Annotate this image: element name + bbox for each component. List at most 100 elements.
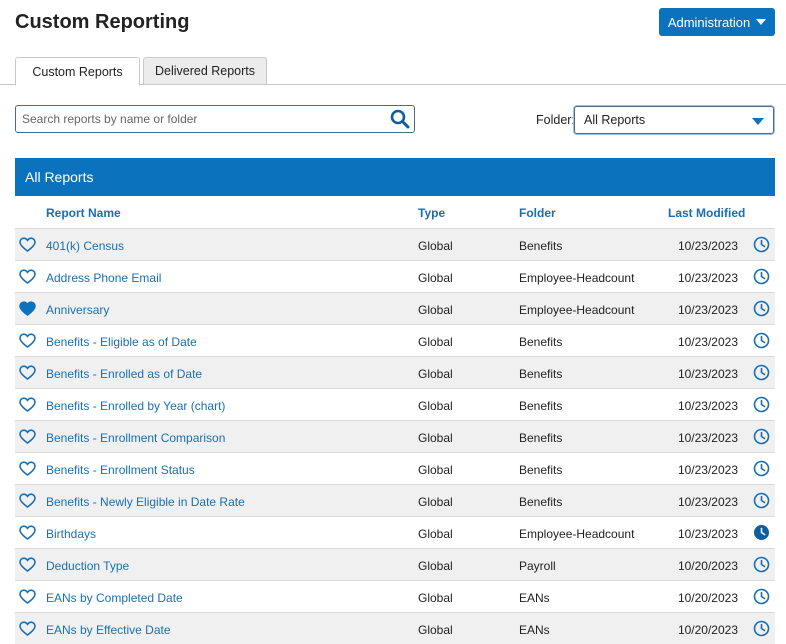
column-header-folder[interactable]: Folder	[519, 206, 556, 220]
report-last-modified: 10/23/2023	[677, 367, 738, 381]
report-folder: Benefits	[519, 495, 563, 509]
report-name-link[interactable]: Birthdays	[46, 527, 96, 541]
heart-icon[interactable]	[19, 333, 36, 348]
table-row: Benefits - Enrollment Comparison Global Be…	[15, 420, 775, 452]
report-folder: EANs	[519, 623, 550, 637]
report-name-link[interactable]: Deduction Type	[46, 559, 129, 573]
report-name-link[interactable]: Benefits - Eligible as of Date	[46, 335, 197, 349]
folder-select[interactable]: All Reports	[574, 106, 774, 134]
report-type: Global	[418, 335, 453, 349]
clock-icon[interactable]	[753, 620, 770, 637]
tab-bar: Custom Reports Delivered Reports	[0, 57, 786, 86]
report-type: Global	[418, 239, 453, 253]
report-name-link[interactable]: Benefits - Enrolled as of Date	[46, 367, 202, 381]
clock-icon[interactable]	[753, 588, 770, 605]
report-type: Global	[418, 463, 453, 477]
heart-icon[interactable]	[19, 621, 36, 636]
report-folder: Benefits	[519, 335, 563, 349]
report-name-link[interactable]: Anniversary	[46, 303, 109, 317]
report-last-modified: 10/23/2023	[677, 495, 738, 509]
report-folder: EANs	[519, 591, 550, 605]
report-last-modified: 10/20/2023	[677, 623, 738, 637]
clock-icon[interactable]	[753, 364, 770, 381]
table-row: Benefits - Enrollment Status Global Benefi…	[15, 452, 775, 484]
administration-button-label: Administration	[667, 14, 751, 30]
tab-custom-reports[interactable]: Custom Reports	[15, 57, 140, 86]
panel-header: All Reports	[15, 158, 775, 196]
report-type: Global	[418, 623, 453, 637]
report-last-modified: 10/20/2023	[677, 591, 738, 605]
clock-icon[interactable]	[753, 236, 770, 253]
report-name-link[interactable]: Benefits - Newly Eligible in Date Rate	[46, 495, 245, 509]
clock-icon[interactable]	[753, 524, 770, 541]
report-type: Global	[418, 367, 453, 381]
tab-delivered-reports[interactable]: Delivered Reports	[143, 57, 267, 85]
report-last-modified: 10/23/2023	[677, 463, 738, 477]
heart-icon[interactable]	[19, 525, 36, 540]
clock-icon[interactable]	[753, 492, 770, 509]
column-header-report-name[interactable]: Report Name	[46, 206, 121, 220]
table-row: Deduction Type Global Payroll 10/20/2023	[15, 548, 775, 580]
report-name-link[interactable]: Benefits - Enrollment Comparison	[46, 431, 225, 445]
administration-button[interactable]: Administration	[659, 8, 775, 36]
reports-table: 401(k) Census Global Benefits 10/23/2023 Add…	[15, 228, 775, 644]
report-name-link[interactable]: Benefits - Enrolled by Year (chart)	[46, 399, 225, 413]
report-folder: Benefits	[519, 367, 563, 381]
report-name-link[interactable]: 401(k) Census	[46, 239, 124, 253]
clock-icon[interactable]	[753, 332, 770, 349]
report-last-modified: 10/23/2023	[677, 431, 738, 445]
report-last-modified: 10/23/2023	[677, 239, 738, 253]
report-last-modified: 10/23/2023	[677, 335, 738, 349]
table-row: Benefits - Enrolled as of Date Global Bene…	[15, 356, 775, 388]
heart-icon[interactable]	[19, 365, 36, 380]
chevron-down-icon	[752, 118, 764, 125]
column-header-last-modified[interactable]: Last Modified	[668, 206, 745, 220]
table-row: Anniversary Global Employee-Headcount 10/23…	[15, 292, 775, 324]
report-name-link[interactable]: Address Phone Email	[46, 271, 161, 285]
caret-down-icon	[756, 19, 767, 25]
report-type: Global	[418, 431, 453, 445]
heart-icon[interactable]	[19, 493, 36, 508]
clock-icon[interactable]	[753, 396, 770, 413]
search-box	[15, 105, 415, 133]
report-last-modified: 10/20/2023	[677, 559, 738, 573]
report-type: Global	[418, 495, 453, 509]
report-last-modified: 10/23/2023	[677, 527, 738, 541]
search-icon[interactable]	[390, 109, 410, 129]
report-type: Global	[418, 527, 453, 541]
clock-icon[interactable]	[753, 556, 770, 573]
clock-icon[interactable]	[753, 300, 770, 317]
table-row: EANs by Completed Date Global EANs 10/20/20…	[15, 580, 775, 612]
table-row: Benefits - Eligible as of Date Global Bene…	[15, 324, 775, 356]
report-type: Global	[418, 559, 453, 573]
report-last-modified: 10/23/2023	[677, 303, 738, 317]
heart-icon[interactable]	[19, 429, 36, 444]
heart-icon[interactable]	[19, 461, 36, 476]
folder-select-value: All Reports	[584, 113, 646, 127]
clock-icon[interactable]	[753, 460, 770, 477]
clock-icon[interactable]	[753, 268, 770, 285]
report-type: Global	[418, 271, 453, 285]
report-type: Global	[418, 399, 453, 413]
report-folder: Benefits	[519, 239, 563, 253]
clock-icon[interactable]	[753, 428, 770, 445]
report-folder: Payroll	[519, 559, 556, 573]
report-last-modified: 10/23/2023	[677, 271, 738, 285]
heart-icon[interactable]	[19, 301, 36, 316]
search-input[interactable]	[16, 106, 376, 132]
heart-icon[interactable]	[19, 589, 36, 604]
report-name-link[interactable]: EANs by Effective Date	[46, 623, 171, 637]
report-type: Global	[418, 591, 453, 605]
report-type: Global	[418, 303, 453, 317]
heart-icon[interactable]	[19, 397, 36, 412]
report-folder: Benefits	[519, 463, 563, 477]
table-row: Birthdays Global Employee-Headcount 10/23/2…	[15, 516, 775, 548]
column-header-type[interactable]: Type	[418, 206, 445, 220]
heart-icon[interactable]	[19, 237, 36, 252]
report-name-link[interactable]: Benefits - Enrollment Status	[46, 463, 195, 477]
heart-icon[interactable]	[19, 269, 36, 284]
heart-icon[interactable]	[19, 557, 36, 572]
table-row: 401(k) Census Global Benefits 10/23/2023	[15, 228, 775, 260]
table-row: Benefits - Newly Eligible in Date Rate Gl…	[15, 484, 775, 516]
report-name-link[interactable]: EANs by Completed Date	[46, 591, 183, 605]
